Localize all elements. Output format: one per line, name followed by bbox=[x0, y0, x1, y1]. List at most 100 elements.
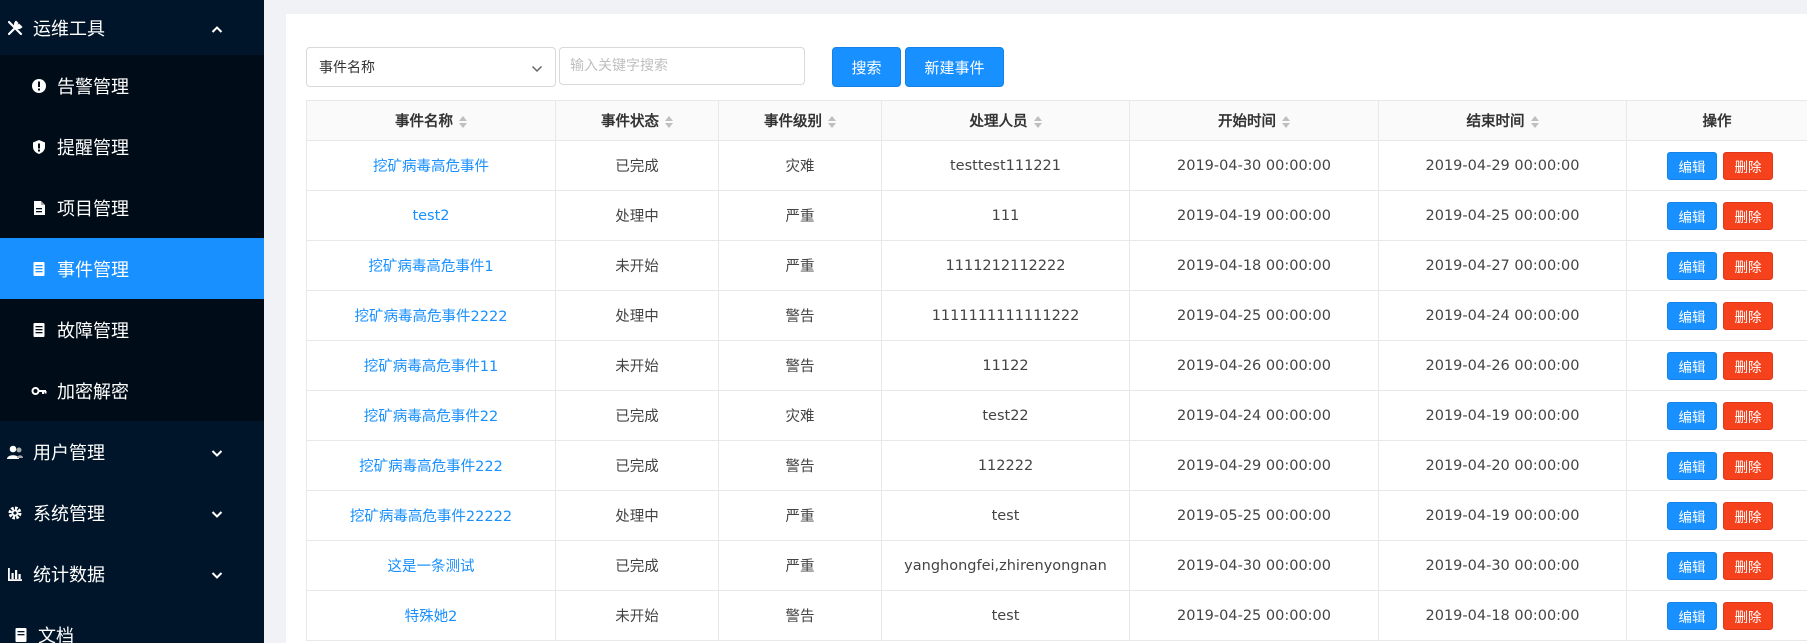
table-cell: 已完成 bbox=[555, 140, 719, 191]
column-header-end-time[interactable]: 结束时间 bbox=[1378, 100, 1627, 141]
sort-icon[interactable] bbox=[1282, 116, 1290, 128]
table-cell: 严重 bbox=[718, 490, 882, 541]
sort-icon[interactable] bbox=[1033, 116, 1042, 128]
edit-button[interactable]: 编辑 bbox=[1667, 551, 1717, 580]
table-cell: 112222 bbox=[881, 440, 1130, 491]
row-actions: 编辑 删除 bbox=[1628, 301, 1807, 330]
level-cell: 严重 bbox=[785, 209, 815, 225]
book-icon bbox=[31, 322, 47, 338]
table-cell: 未开始 bbox=[555, 590, 719, 641]
status-cell: 已完成 bbox=[615, 409, 659, 425]
start-time-cell: 2019-04-18 00:00:00 bbox=[1177, 257, 1331, 274]
edit-button[interactable]: 编辑 bbox=[1667, 401, 1717, 430]
delete-button[interactable]: 删除 bbox=[1723, 151, 1773, 180]
status-cell: 未开始 bbox=[615, 359, 659, 375]
search-input[interactable] bbox=[559, 47, 805, 85]
sort-icon[interactable] bbox=[665, 116, 673, 128]
table-cell: 2019-04-19 00:00:00 bbox=[1129, 190, 1379, 241]
event-name-link[interactable]: 特殊她2 bbox=[405, 609, 458, 625]
actions-cell: 编辑 删除 bbox=[1626, 490, 1807, 541]
actions-cell: 编辑 删除 bbox=[1626, 240, 1807, 291]
table-cell: 2019-04-29 00:00:00 bbox=[1378, 140, 1627, 191]
edit-button[interactable]: 编辑 bbox=[1667, 501, 1717, 530]
table-cell: 灾难 bbox=[718, 140, 882, 191]
end-time-cell: 2019-04-19 00:00:00 bbox=[1425, 407, 1580, 424]
sidebar-item-label: 事件管理 bbox=[57, 259, 129, 281]
edit-button[interactable]: 编辑 bbox=[1667, 351, 1717, 380]
column-header-name[interactable]: 事件名称 bbox=[306, 100, 556, 141]
column-label: 结束时间 bbox=[1466, 114, 1525, 130]
table-cell: 2019-04-26 00:00:00 bbox=[1378, 340, 1627, 391]
sidebar-group-ops-tools[interactable]: 运维工具 bbox=[0, 0, 264, 55]
delete-button[interactable]: 删除 bbox=[1723, 201, 1773, 230]
sidebar-group-system-management[interactable]: 系统管理 bbox=[0, 482, 264, 543]
sidebar-group-docs[interactable]: 文档 bbox=[0, 604, 264, 643]
table-cell: 2019-04-27 00:00:00 bbox=[1378, 240, 1627, 291]
table-cell: 已完成 bbox=[555, 390, 719, 441]
sidebar-group-label: 运维工具 bbox=[33, 18, 105, 40]
sort-icon[interactable] bbox=[1530, 116, 1539, 128]
search-button[interactable]: 搜索 bbox=[832, 47, 901, 87]
table-cell: 2019-04-26 00:00:00 bbox=[1129, 340, 1379, 391]
event-name-link[interactable]: 挖矿病毒高危事件1 bbox=[368, 259, 493, 275]
edit-button[interactable]: 编辑 bbox=[1667, 451, 1717, 480]
event-name-link[interactable]: 挖矿病毒高危事件 bbox=[373, 159, 489, 175]
table-cell: 2019-04-30 00:00:00 bbox=[1378, 540, 1627, 591]
level-cell: 严重 bbox=[785, 509, 815, 525]
delete-button[interactable]: 删除 bbox=[1723, 301, 1773, 330]
table-cell: 警告 bbox=[718, 440, 882, 491]
search-field-select[interactable]: 事件名称 bbox=[306, 47, 556, 87]
sidebar-item-event-management[interactable]: 事件管理 bbox=[0, 238, 264, 299]
new-event-button[interactable]: 新建事件 bbox=[905, 47, 1004, 87]
column-header-handler[interactable]: 处理人员 bbox=[881, 100, 1130, 141]
actions-cell: 编辑 删除 bbox=[1626, 540, 1807, 591]
delete-button[interactable]: 删除 bbox=[1723, 451, 1773, 480]
event-name-link[interactable]: 挖矿病毒高危事件22222 bbox=[350, 509, 512, 525]
delete-button[interactable]: 删除 bbox=[1723, 251, 1773, 280]
sidebar-item-encrypt-decrypt[interactable]: 加密解密 bbox=[0, 360, 264, 421]
column-header-start-time[interactable]: 开始时间 bbox=[1129, 100, 1379, 141]
delete-button[interactable]: 删除 bbox=[1723, 401, 1773, 430]
sidebar-item-project-management[interactable]: 项目管理 bbox=[0, 177, 264, 238]
event-name-link[interactable]: 这是一条测试 bbox=[388, 559, 475, 575]
edit-button[interactable]: 编辑 bbox=[1667, 251, 1717, 280]
event-name-link[interactable]: test2 bbox=[412, 208, 449, 224]
edit-button[interactable]: 编辑 bbox=[1667, 301, 1717, 330]
table-cell: 2019-04-20 00:00:00 bbox=[1378, 440, 1627, 491]
column-header-level[interactable]: 事件级别 bbox=[718, 100, 882, 141]
sidebar-item-alert-management[interactable]: 告警管理 bbox=[0, 55, 264, 116]
status-cell: 未开始 bbox=[615, 259, 659, 275]
table-cell: test bbox=[881, 490, 1130, 541]
sidebar-group-user-management[interactable]: 用户管理 bbox=[0, 421, 264, 482]
event-name-link[interactable]: 挖矿病毒高危事件11 bbox=[364, 359, 498, 375]
column-header-status[interactable]: 事件状态 bbox=[555, 100, 719, 141]
event-name-link[interactable]: 挖矿病毒高危事件2222 bbox=[355, 309, 508, 325]
sidebar-item-reminder-management[interactable]: 提醒管理 bbox=[0, 116, 264, 177]
edit-button[interactable]: 编辑 bbox=[1667, 201, 1717, 230]
table-cell: 11122 bbox=[881, 340, 1130, 391]
delete-button[interactable]: 删除 bbox=[1723, 601, 1773, 630]
table-cell: 挖矿病毒高危事件1 bbox=[306, 240, 556, 291]
end-time-cell: 2019-04-30 00:00:00 bbox=[1425, 557, 1580, 574]
actions-cell: 编辑 删除 bbox=[1626, 590, 1807, 641]
level-cell: 警告 bbox=[785, 459, 815, 475]
table-cell: 1111111111111222 bbox=[881, 290, 1130, 341]
delete-button[interactable]: 删除 bbox=[1723, 501, 1773, 530]
table-cell: 挖矿病毒高危事件 bbox=[306, 140, 556, 191]
level-cell: 严重 bbox=[785, 559, 815, 575]
sort-icon[interactable] bbox=[828, 116, 836, 128]
edit-button[interactable]: 编辑 bbox=[1667, 151, 1717, 180]
event-name-link[interactable]: 挖矿病毒高危事件222 bbox=[359, 459, 503, 475]
sort-icon[interactable] bbox=[459, 116, 467, 128]
actions-cell: 编辑 删除 bbox=[1626, 140, 1807, 191]
event-name-link[interactable]: 挖矿病毒高危事件22 bbox=[364, 409, 498, 425]
sidebar-group-statistics[interactable]: 统计数据 bbox=[0, 543, 264, 604]
delete-button[interactable]: 删除 bbox=[1723, 551, 1773, 580]
edit-button[interactable]: 编辑 bbox=[1667, 601, 1717, 630]
row-actions: 编辑 删除 bbox=[1628, 201, 1807, 230]
table-cell: 警告 bbox=[718, 590, 882, 641]
handler-cell: yanghongfei,zhirenyongnan bbox=[904, 557, 1107, 574]
sidebar-item-fault-management[interactable]: 故障管理 bbox=[0, 299, 264, 360]
delete-button[interactable]: 删除 bbox=[1723, 351, 1773, 380]
end-time-cell: 2019-04-24 00:00:00 bbox=[1425, 307, 1580, 324]
